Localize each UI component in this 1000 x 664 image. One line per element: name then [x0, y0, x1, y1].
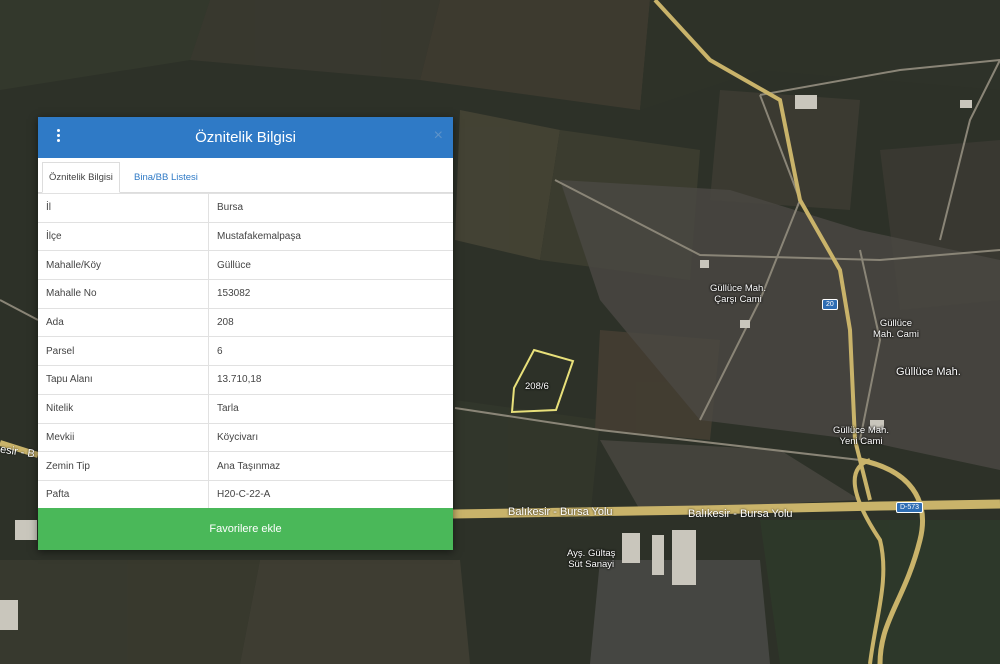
mosque-label-1-line2: Çarşı Cami: [714, 294, 762, 305]
table-row: Mahalle/Köy Güllüce: [38, 250, 453, 280]
table-row: Ada 208: [38, 307, 453, 337]
mosque-label-3-line2: Yeni Cami: [839, 436, 883, 447]
kebab-menu-icon[interactable]: [54, 128, 62, 146]
table-row: Nitelik Tarla: [38, 393, 453, 423]
attribute-key: İlçe: [38, 221, 209, 251]
attribute-info-panel: Öznitelik Bilgisi × Öznitelik Bilgisi Bi…: [38, 117, 453, 550]
attribute-table: İl Bursa İlçe Mustafakemalpaşa Mahalle/Köy Gü…: [38, 193, 453, 509]
dairy-label: Ayş. Gültaş Süt Sanayi: [567, 548, 615, 570]
attribute-value: Güllüce: [208, 250, 453, 280]
attribute-key: Mahalle/Köy: [38, 250, 209, 280]
tab-bar: Öznitelik Bilgisi Bina/BB Listesi: [38, 158, 453, 193]
table-row: Pafta H20-C-22-A: [38, 479, 453, 509]
dairy-label-line1: Ayş. Gültaş: [567, 548, 616, 559]
tab-building-list[interactable]: Bina/BB Listesi: [127, 162, 205, 193]
attribute-value: 6: [208, 336, 453, 366]
attribute-key: İl: [38, 193, 209, 223]
mosque-label-1: Güllüce Mah. Çarşı Cami: [710, 283, 766, 305]
add-to-favorites-button[interactable]: Favorilere ekle: [38, 508, 453, 550]
road-label-2: Balıkesir - Bursa Yolu: [688, 508, 793, 520]
table-row: Mahalle No 153082: [38, 279, 453, 309]
mosque-label-1-line1: Güllüce Mah.: [710, 283, 766, 294]
attribute-value: Bursa: [208, 193, 453, 223]
panel-title: Öznitelik Bilgisi: [195, 129, 296, 146]
attribute-value: H20-C-22-A: [208, 479, 453, 509]
panel-header: Öznitelik Bilgisi ×: [38, 117, 453, 158]
dairy-label-line2: Süt Sanayi: [568, 559, 615, 570]
table-row: Mevkii Köycivarı: [38, 422, 453, 452]
attribute-key: Zemin Tip: [38, 451, 209, 481]
attribute-value: 153082: [208, 279, 453, 309]
attribute-value: 13.710,18: [208, 365, 453, 395]
table-row: Zemin Tip Ana Taşınmaz: [38, 451, 453, 481]
attribute-key: Pafta: [38, 479, 209, 509]
attribute-value: Mustafakemalpaşa: [208, 221, 453, 251]
mosque-label-2: Güllüce Mah. Cami: [873, 318, 919, 340]
attribute-value: Köycivarı: [208, 422, 453, 452]
attribute-value: Tarla: [208, 393, 453, 423]
mosque-label-3: Güllüce Mah. Yeni Cami: [833, 425, 889, 447]
mosque-label-2-line1: Güllüce: [879, 318, 913, 329]
table-row: Tapu Alanı 13.710,18: [38, 365, 453, 395]
attribute-key: Mevkii: [38, 422, 209, 452]
table-row: Parsel 6: [38, 336, 453, 366]
attribute-key: Parsel: [38, 336, 209, 366]
attribute-key: Mahalle No: [38, 279, 209, 309]
route-shield-small: 20: [822, 299, 838, 310]
route-shield: D-573: [896, 502, 924, 513]
attribute-key: Tapu Alanı: [38, 365, 209, 395]
mosque-label-3-line1: Güllüce Mah.: [833, 425, 889, 436]
parcel-label: 208/6: [525, 381, 549, 392]
road-label-1: Balıkesir - Bursa Yolu: [508, 506, 613, 518]
tab-attribute-info[interactable]: Öznitelik Bilgisi: [42, 162, 120, 193]
table-row: İlçe Mustafakemalpaşa: [38, 221, 453, 251]
table-row: İl Bursa: [38, 193, 453, 223]
village-label: Güllüce Mah.: [896, 366, 961, 378]
attribute-key: Ada: [38, 307, 209, 337]
attribute-value: 208: [208, 307, 453, 337]
close-icon[interactable]: ×: [434, 127, 443, 145]
mosque-label-2-line2: Mah. Cami: [873, 329, 919, 340]
attribute-key: Nitelik: [38, 393, 209, 423]
attribute-value: Ana Taşınmaz: [208, 451, 453, 481]
